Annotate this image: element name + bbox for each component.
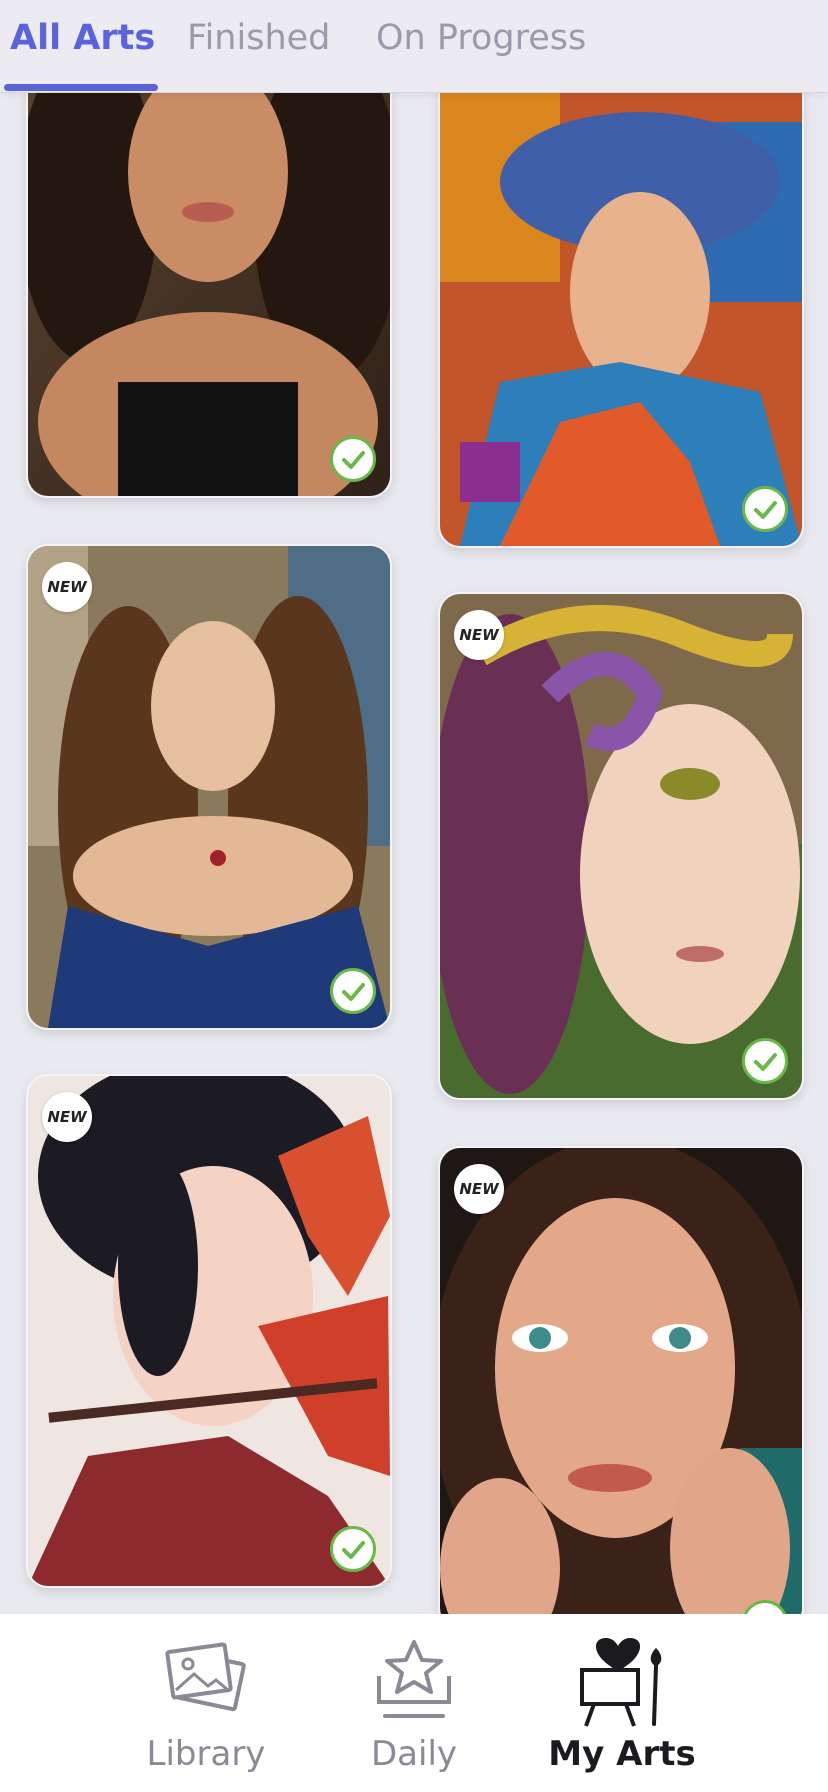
bottom-navigation: Library Daily My Arts <box>0 1614 828 1792</box>
completed-check-icon <box>330 968 376 1014</box>
new-badge: NEW <box>454 610 504 660</box>
artwork-thumbnail <box>440 62 802 546</box>
new-badge: NEW <box>454 1164 504 1214</box>
tab-finished[interactable]: Finished <box>187 18 330 58</box>
nav-daily-label: Daily <box>370 1734 458 1774</box>
completed-check-icon <box>330 1526 376 1572</box>
nav-daily[interactable]: Daily <box>314 1614 514 1792</box>
new-badge: NEW <box>42 1092 92 1142</box>
new-badge: NEW <box>42 562 92 612</box>
completed-check-icon <box>330 436 376 482</box>
easel-heart-icon <box>580 1638 662 1727</box>
artwork-thumbnail <box>440 1148 802 1628</box>
completed-check-icon <box>742 1038 788 1084</box>
nav-my-arts[interactable]: My Arts <box>522 1614 722 1792</box>
artwork-thumbnail <box>28 546 390 1028</box>
artwork-card[interactable] <box>26 60 392 498</box>
artwork-card[interactable] <box>438 60 804 548</box>
tab-all-arts[interactable]: All Arts <box>10 18 155 58</box>
nav-library[interactable]: Library <box>106 1614 306 1792</box>
nav-my-arts-label: My Arts <box>548 1734 696 1774</box>
artwork-card[interactable]: NEW <box>26 1074 392 1588</box>
artwork-card[interactable]: NEW <box>438 1146 804 1630</box>
artwork-thumbnail <box>28 1076 390 1586</box>
artwork-card[interactable]: NEW <box>438 592 804 1100</box>
nav-library-label: Library <box>146 1734 266 1774</box>
photos-stack-icon <box>165 1642 246 1712</box>
artwork-thumbnail <box>28 62 390 496</box>
star-tray-icon <box>377 1640 451 1718</box>
artwork-card[interactable]: NEW <box>26 544 392 1030</box>
artwork-thumbnail <box>440 594 802 1098</box>
tab-bar: All Arts Finished On Progress <box>0 0 828 93</box>
tab-on-progress[interactable]: On Progress <box>376 18 586 58</box>
completed-check-icon <box>742 486 788 532</box>
active-tab-indicator <box>4 84 158 91</box>
